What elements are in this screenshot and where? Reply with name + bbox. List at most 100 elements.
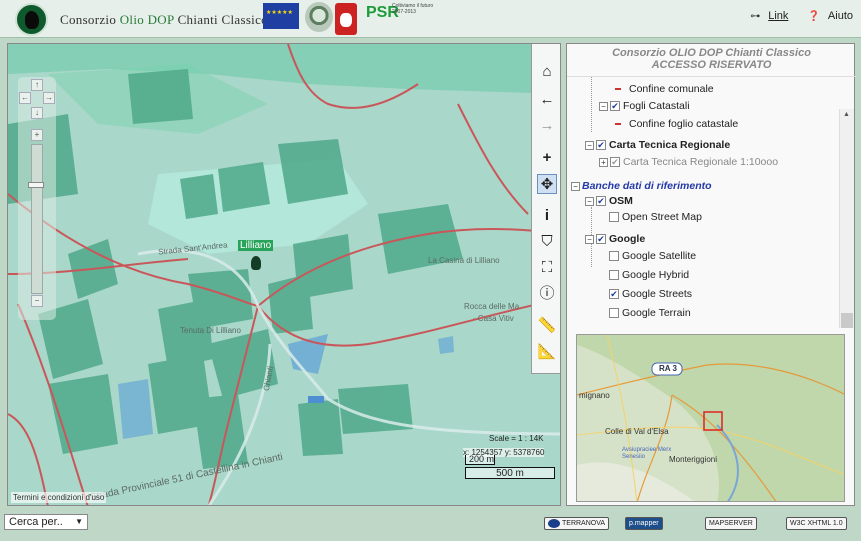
search-select[interactable]: Cerca per.. ▼ xyxy=(4,514,88,530)
psr-years: 2007-2013 xyxy=(392,9,416,15)
scalebar-small: 200 m xyxy=(465,455,495,465)
tree-item-google-streets[interactable]: ✔ Google Streets xyxy=(609,287,692,301)
tree-item-google[interactable]: − ✔ Google xyxy=(585,232,645,246)
rooster-marker-icon[interactable] xyxy=(251,256,261,270)
overview-monteriggioni-label: Monteriggioni xyxy=(669,455,718,464)
overview-ra3-label: RA 3 xyxy=(659,364,677,373)
regione-toscana-logo xyxy=(335,3,357,35)
measure-area-icon[interactable]: 📐 xyxy=(537,342,557,362)
measure-icon[interactable]: 📏 xyxy=(537,316,557,336)
pan-down-button[interactable]: ↓ xyxy=(31,107,43,119)
tree-item-google-terrain[interactable]: Google Terrain xyxy=(609,306,691,320)
zoom-slider[interactable] xyxy=(31,144,43,294)
tree-label: Google xyxy=(609,233,646,245)
tree-item-fogli-catastali[interactable]: − ✔ Fogli Catastali xyxy=(599,99,690,113)
chevron-down-icon: ▼ xyxy=(75,517,83,526)
layer-radio[interactable] xyxy=(609,270,619,281)
tree-item-banche-dati[interactable]: − Banche dati di riferimento xyxy=(571,179,712,193)
overview-canvas xyxy=(577,335,844,501)
legend-line-icon xyxy=(615,123,621,126)
italian-republic-emblem xyxy=(305,2,333,32)
tree-label: Confine foglio catastale xyxy=(629,118,739,130)
navigation-panel: ↑ ← → ↓ + − xyxy=(18,77,56,320)
layer-radio[interactable] xyxy=(609,251,619,262)
scroll-up-icon[interactable]: ▲ xyxy=(843,111,850,118)
tree-label: Fogli Catastali xyxy=(623,100,690,112)
overview-map[interactable]: RA 3 mignano Colle di Val d'Elsa Avsiupr… xyxy=(576,334,845,502)
layer-checkbox[interactable]: ✔ xyxy=(596,234,606,245)
tree-label: Google Streets xyxy=(622,288,693,300)
terranova-logo-icon xyxy=(548,518,560,528)
layer-checkbox[interactable]: ✔ xyxy=(610,157,620,168)
layer-checkbox[interactable]: ✔ xyxy=(596,196,606,207)
pan-up-button[interactable]: ↑ xyxy=(31,79,43,91)
collapse-icon[interactable]: − xyxy=(585,234,594,244)
mapserver-badge[interactable]: MAPSERVER xyxy=(705,517,757,530)
pmapper-badge[interactable]: p.mapper xyxy=(625,517,663,530)
collapse-icon[interactable]: − xyxy=(599,101,608,111)
tree-label: Carta Tecnica Regionale 1:10ooo xyxy=(623,156,779,168)
tree-connector xyxy=(591,77,592,132)
badge-label: TERRANOVA xyxy=(562,520,606,527)
forward-icon[interactable]: → xyxy=(537,116,557,136)
tree-item-confine-foglio: Confine foglio catastale xyxy=(615,117,738,131)
link-button[interactable]: ⊶ Link xyxy=(742,10,788,22)
map-toolbar: ⌂ ← → + ✥ i ⛉ ⛶ ⓘ 📏 📐 xyxy=(531,44,560,374)
layer-checkbox[interactable] xyxy=(609,212,619,223)
tree-item-osm[interactable]: − ✔ OSM xyxy=(585,194,633,208)
zoom-out-button[interactable]: − xyxy=(31,295,43,307)
zoom-in-icon[interactable]: + xyxy=(537,148,557,168)
pan-left-button[interactable]: ← xyxy=(19,92,31,104)
panel-title-line2: ACCESSO RISERVATO xyxy=(651,59,772,71)
map-canvas[interactable] xyxy=(8,44,561,506)
tree-label: Google Satellite xyxy=(622,250,697,262)
layer-radio[interactable] xyxy=(609,308,619,319)
tree-label: Carta Tecnica Regionale xyxy=(609,139,731,151)
expand-icon[interactable]: + xyxy=(599,157,608,167)
identify-icon[interactable]: i xyxy=(537,206,557,226)
overview-mignano-label: mignano xyxy=(579,391,610,400)
tree-item-google-hybrid[interactable]: Google Hybrid xyxy=(609,268,689,282)
home-icon[interactable]: ⌂ xyxy=(537,62,557,82)
help-button[interactable]: ❓ Aiuto xyxy=(799,10,853,22)
collapse-icon[interactable]: − xyxy=(585,196,594,206)
rooster-icon xyxy=(25,11,39,29)
title-suffix: Chianti Classico xyxy=(177,12,268,27)
search-area-icon[interactable]: ⛶ xyxy=(537,258,557,278)
tree-item-google-satellite[interactable]: Google Satellite xyxy=(609,249,696,263)
scrollbar-thumb[interactable] xyxy=(841,313,853,328)
place-label-casa: - Casa Vitiv xyxy=(473,314,514,323)
eu-flag-logo xyxy=(263,3,299,29)
place-label-casina: La Casina di Lilliano xyxy=(428,256,500,265)
tree-scrollbar[interactable]: ▲ ▼ xyxy=(839,109,854,328)
select-icon[interactable]: ⛉ xyxy=(537,232,557,252)
w3c-xhtml-badge[interactable]: W3C XHTML 1.0 xyxy=(786,517,847,530)
header-links: ⊶ Link ❓ Aiuto xyxy=(734,10,853,22)
badge-label: p.mapper xyxy=(629,520,659,527)
back-icon[interactable]: ← xyxy=(537,90,557,110)
terms-link[interactable]: Termini e condizioni d'uso xyxy=(11,492,107,503)
layer-radio[interactable]: ✔ xyxy=(609,289,619,300)
info-icon[interactable]: ⓘ xyxy=(537,284,557,304)
pan-icon[interactable]: ✥ xyxy=(537,174,557,194)
pan-right-button[interactable]: → xyxy=(43,92,55,104)
tree-label: Google Hybrid xyxy=(622,269,690,281)
collapse-icon[interactable]: − xyxy=(585,140,594,150)
scale-text: Scale = 1 : 14K xyxy=(489,434,544,443)
consorzio-logo[interactable] xyxy=(15,3,48,36)
zoom-slider-thumb[interactable] xyxy=(28,182,44,188)
layer-checkbox[interactable]: ✔ xyxy=(596,140,606,151)
tree-label: Confine comunale xyxy=(629,83,714,95)
tree-item-open-street-map[interactable]: Open Street Map xyxy=(609,210,702,224)
terranova-badge[interactable]: TERRANOVA xyxy=(544,517,610,530)
title-accent: Olio DOP xyxy=(119,12,175,27)
selected-place-label: Lilliano xyxy=(238,240,274,251)
tree-item-carta-tecnica-10000[interactable]: + ✔ Carta Tecnica Regionale 1:10ooo xyxy=(599,155,778,169)
layer-checkbox[interactable]: ✔ xyxy=(610,101,620,112)
collapse-icon[interactable]: − xyxy=(571,181,580,191)
zoom-in-button[interactable]: + xyxy=(31,129,43,141)
map-view[interactable]: ↑ ← → ↓ + − Strada Sant'Andrea La Casina… xyxy=(7,43,561,506)
place-label-rocca: Rocca delle Ma xyxy=(464,302,520,311)
tree-item-carta-tecnica[interactable]: − ✔ Carta Tecnica Regionale xyxy=(585,138,730,152)
panel-title-line1: Consorzio OLIO DOP Chianti Classico xyxy=(612,47,811,59)
